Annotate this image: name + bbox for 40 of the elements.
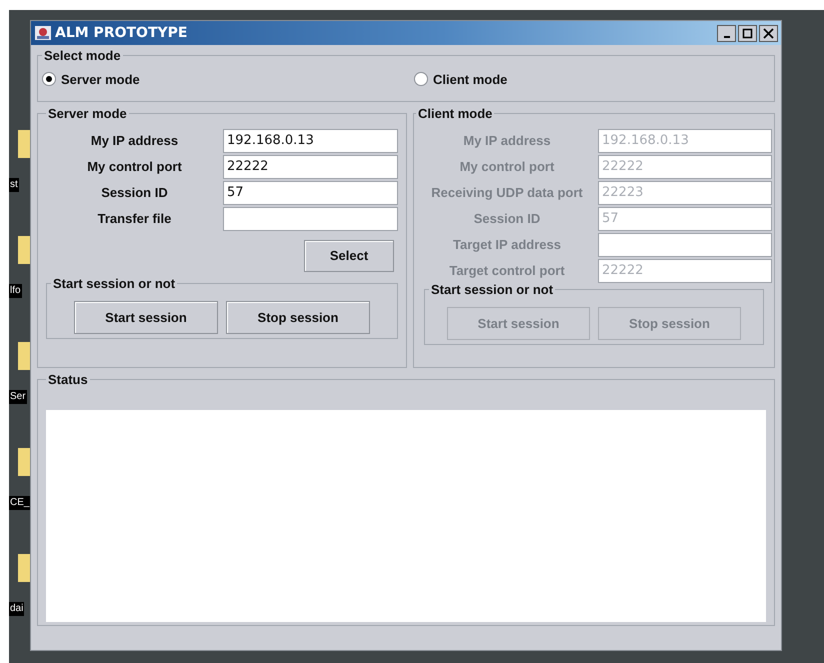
input-field[interactable]: 192.168.0.13 (223, 128, 398, 152)
window-title: ALM PROTOTYPE (55, 24, 188, 42)
select-button[interactable]: Select (304, 240, 394, 272)
group-title: Start session or not (52, 274, 176, 292)
desktop-icon-label[interactable]: lfo (9, 284, 22, 298)
group-title: Select mode (43, 47, 122, 65)
group-title: Client mode (417, 105, 494, 123)
field-label: Target IP address (452, 236, 562, 254)
input-field[interactable]: 22222 (223, 154, 398, 178)
group-title: Status (47, 371, 89, 389)
radio-option[interactable]: Server mode (42, 70, 414, 89)
radio-button[interactable] (42, 72, 56, 86)
input-field[interactable] (223, 206, 398, 230)
field-label: My control port (458, 158, 556, 176)
field-label: Transfer file (96, 210, 172, 228)
session-button[interactable]: Stop session (226, 301, 370, 334)
maximize-button[interactable] (738, 24, 757, 42)
desktop-icon-label[interactable]: CE_ (9, 496, 30, 510)
maximize-icon (742, 28, 753, 38)
field-label: Receiving UDP data port (430, 184, 584, 202)
field-label: Target control port (448, 262, 566, 280)
minimize-icon (724, 36, 730, 38)
radio-button[interactable] (414, 72, 428, 86)
group-title: Start session or not (430, 280, 554, 298)
field-label: Session ID (472, 210, 542, 228)
field-label: My control port (86, 158, 183, 176)
close-icon (763, 28, 774, 38)
field-label: My IP address (462, 132, 552, 150)
desktop-icon-label[interactable]: Ser (9, 390, 27, 404)
session-button[interactable]: Start session (74, 301, 218, 334)
radio-option[interactable]: Client mode (414, 70, 508, 89)
app-icon (34, 24, 52, 42)
field-label: Session ID (100, 184, 169, 202)
minimize-button[interactable] (717, 24, 736, 42)
desktop-icon-label[interactable]: dai (9, 602, 24, 616)
input-field[interactable]: 57 (223, 180, 398, 204)
desktop-icon-label[interactable]: st (9, 178, 19, 192)
close-button[interactable] (759, 24, 778, 42)
field-label: My IP address (90, 132, 180, 150)
group-title: Server mode (47, 105, 128, 123)
